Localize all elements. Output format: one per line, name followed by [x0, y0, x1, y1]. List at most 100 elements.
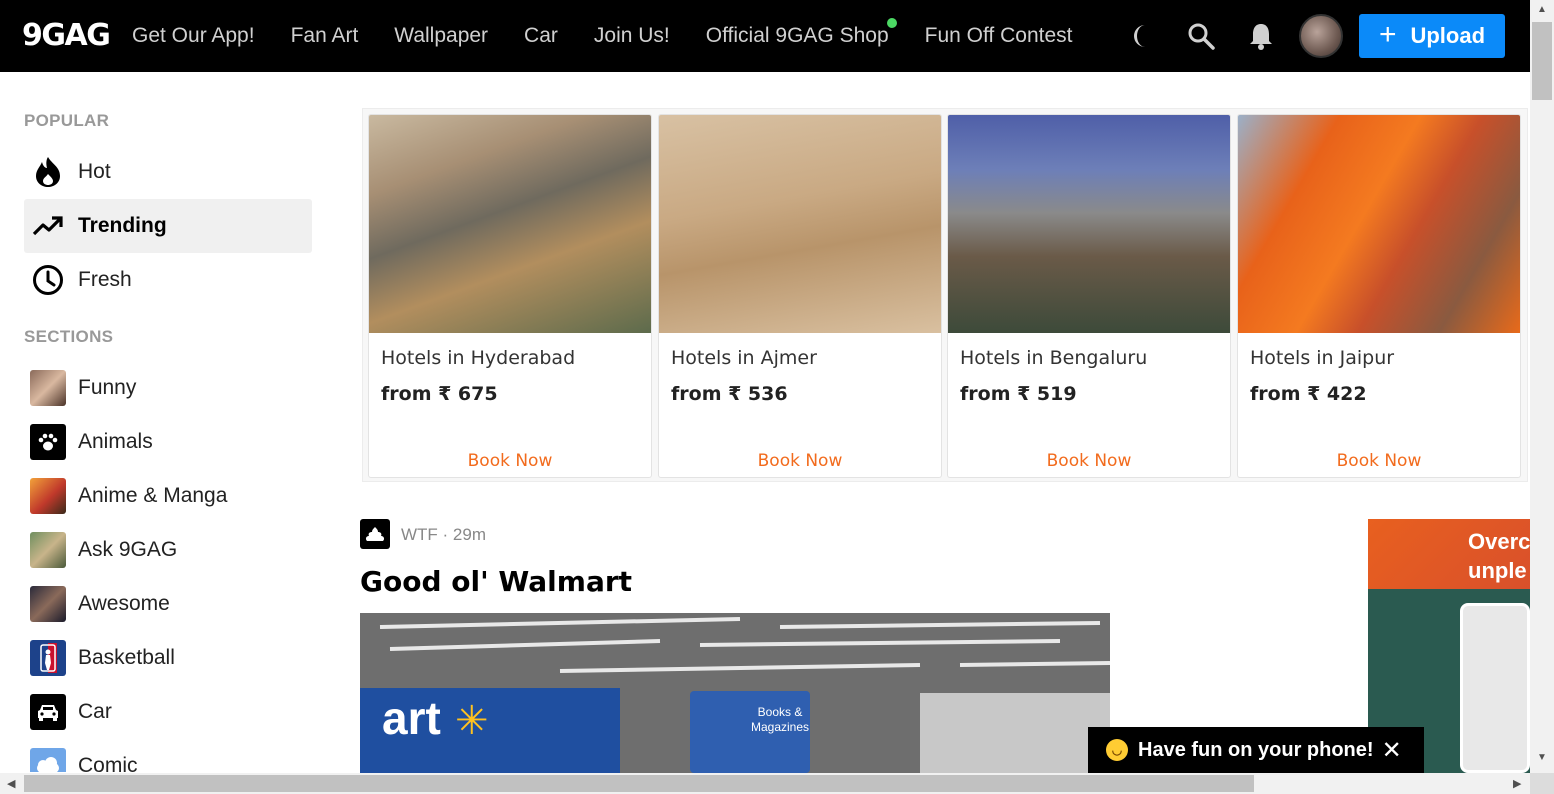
sidebar: POPULAR Hot Trending Fresh SECTIONS Funn…: [0, 72, 330, 772]
nav-shop[interactable]: Official 9GAG Shop: [705, 18, 897, 48]
ad-text: Overc unple: [1468, 527, 1530, 585]
nav-fun-off-contest[interactable]: Fun Off Contest: [925, 24, 1073, 48]
popular-heading: POPULAR: [24, 111, 110, 130]
store-sign-text: art: [382, 692, 441, 744]
sidebar-item-label: Funny: [78, 376, 137, 399]
page: 9GAG Get Our App! Fan Art Wallpaper Car …: [0, 0, 1554, 794]
hotel-price: from ₹ 422: [1250, 383, 1367, 405]
walmart-spark-icon: ✳: [455, 699, 489, 743]
hotel-price: from ₹ 536: [671, 383, 788, 405]
ad-phone-image: [1460, 603, 1530, 773]
upload-button[interactable]: + Upload: [1359, 14, 1505, 58]
toast-text: Have fun on your phone!: [1138, 738, 1374, 761]
sidebar-item-animals[interactable]: Animals: [24, 415, 312, 469]
ad-line-2: unple: [1468, 558, 1527, 583]
new-dot: [886, 18, 897, 28]
sidebar-item-label: Anime & Manga: [78, 484, 228, 507]
hotel-price: from ₹ 519: [960, 383, 1077, 405]
sidebar-item-label: Basketball: [78, 646, 175, 669]
laughing-emoji-icon: ◡: [1106, 739, 1128, 761]
search-icon[interactable]: [1185, 20, 1217, 52]
logo[interactable]: 9GAG: [22, 18, 111, 53]
ad-line-1: Overc: [1468, 529, 1530, 554]
sidebar-item-ask-9gag[interactable]: Ask 9GAG: [24, 523, 312, 577]
book-now-link[interactable]: Book Now: [659, 451, 941, 471]
nav-get-app[interactable]: Get Our App!: [132, 24, 255, 48]
nav-car[interactable]: Car: [524, 24, 558, 48]
sidebar-item-hot[interactable]: Hot: [24, 145, 312, 199]
vertical-scrollbar[interactable]: ▲ ▼: [1530, 0, 1554, 773]
hotel-photo: [659, 115, 941, 333]
upload-label: Upload: [1410, 23, 1486, 48]
close-icon[interactable]: ✕: [1382, 736, 1402, 765]
anime-thumb-icon: [30, 478, 66, 514]
awesome-thumb-icon: [30, 586, 66, 622]
sidebar-item-label: Trending: [78, 214, 167, 237]
scroll-right-arrow-icon[interactable]: ▶: [1513, 777, 1521, 790]
nav-wallpaper[interactable]: Wallpaper: [394, 24, 488, 48]
top-header: 9GAG Get Our App! Fan Art Wallpaper Car …: [0, 0, 1530, 72]
sidebar-item-label: Hot: [78, 160, 111, 183]
sidebar-item-anime-manga[interactable]: Anime & Manga: [24, 469, 312, 523]
nav-join-us[interactable]: Join Us!: [594, 24, 670, 48]
sidebar-item-label: Car: [78, 700, 112, 723]
sidebar-item-basketball[interactable]: Basketball: [24, 631, 312, 685]
horizontal-scrollbar[interactable]: ◀ ▶: [0, 773, 1530, 794]
sidebar-item-awesome[interactable]: Awesome: [24, 577, 312, 631]
hotel-photo: [369, 115, 651, 333]
book-now-link[interactable]: Book Now: [369, 451, 651, 471]
sections-heading: SECTIONS: [24, 327, 114, 346]
paw-icon: [30, 424, 66, 460]
top-nav: Get Our App! Fan Art Wallpaper Car Join …: [132, 0, 1108, 72]
book-now-link[interactable]: Book Now: [948, 451, 1230, 471]
scrollbar-corner: [1530, 773, 1554, 794]
sidebar-item-car[interactable]: Car: [24, 685, 312, 739]
sidebar-item-funny[interactable]: Funny: [24, 361, 312, 415]
hotel-card[interactable]: Hotels in Bengaluru from ₹ 519 Book Now: [947, 114, 1231, 478]
bell-icon[interactable]: [1245, 20, 1277, 52]
plus-icon: +: [1378, 17, 1397, 51]
hotel-price: from ₹ 675: [381, 383, 498, 405]
hotel-name: Hotels in Jaipur: [1250, 347, 1395, 369]
sidebar-item-label: Ask 9GAG: [78, 538, 178, 561]
hotel-name: Hotels in Bengaluru: [960, 347, 1148, 369]
hotel-name: Hotels in Hyderabad: [381, 347, 576, 369]
sidebar-item-trending[interactable]: Trending: [24, 199, 312, 253]
hotel-photo: [1238, 115, 1520, 333]
sidebar-item-label: Comic: [78, 754, 138, 772]
sidebar-item-label: Animals: [78, 430, 153, 453]
book-now-link[interactable]: Book Now: [1238, 451, 1520, 471]
post-title[interactable]: Good ol' Walmart: [360, 565, 632, 598]
funny-thumb-icon: [30, 370, 66, 406]
nba-icon: [30, 640, 66, 676]
clock-icon: [30, 262, 66, 298]
scroll-left-arrow-icon[interactable]: ◀: [7, 777, 15, 790]
post-meta[interactable]: WTF · 29m: [401, 525, 486, 545]
hotel-name: Hotels in Ajmer: [671, 347, 817, 369]
sidebar-item-fresh[interactable]: Fresh: [24, 253, 312, 307]
sidebar-item-label: Awesome: [78, 592, 170, 615]
horizontal-scroll-thumb[interactable]: [24, 775, 1254, 792]
section-badge-icon[interactable]: [360, 519, 390, 549]
car-icon: [30, 694, 66, 730]
hotel-card[interactable]: Hotels in Jaipur from ₹ 422 Book Now: [1237, 114, 1521, 478]
ask-thumb-icon: [30, 532, 66, 568]
scroll-up-arrow-icon[interactable]: ▲: [1537, 4, 1547, 15]
trending-icon: [30, 208, 66, 244]
avatar[interactable]: [1299, 14, 1343, 58]
nav-shop-label: Official 9GAG Shop: [705, 24, 889, 47]
scroll-down-arrow-icon[interactable]: ▼: [1537, 752, 1547, 763]
nav-fan-art[interactable]: Fan Art: [291, 24, 359, 48]
hotel-card[interactable]: Hotels in Hyderabad from ₹ 675 Book Now: [368, 114, 652, 478]
hotel-ad-strip: Hotels in Hyderabad from ₹ 675 Book Now …: [362, 108, 1528, 482]
flame-icon: [30, 154, 66, 190]
moon-icon[interactable]: [1128, 20, 1160, 52]
cloud-icon: [30, 748, 66, 772]
aisle-sign-text: Books & Magazines: [750, 705, 810, 734]
sidebar-item-comic[interactable]: Comic: [24, 739, 312, 772]
vertical-scroll-thumb[interactable]: [1532, 22, 1552, 100]
app-promo-toast[interactable]: ◡ Have fun on your phone! ✕: [1088, 727, 1424, 773]
hotel-card[interactable]: Hotels in Ajmer from ₹ 536 Book Now: [658, 114, 942, 478]
hotel-photo: [948, 115, 1230, 333]
post-image[interactable]: art ✳ Books & Magazines: [360, 613, 1110, 773]
